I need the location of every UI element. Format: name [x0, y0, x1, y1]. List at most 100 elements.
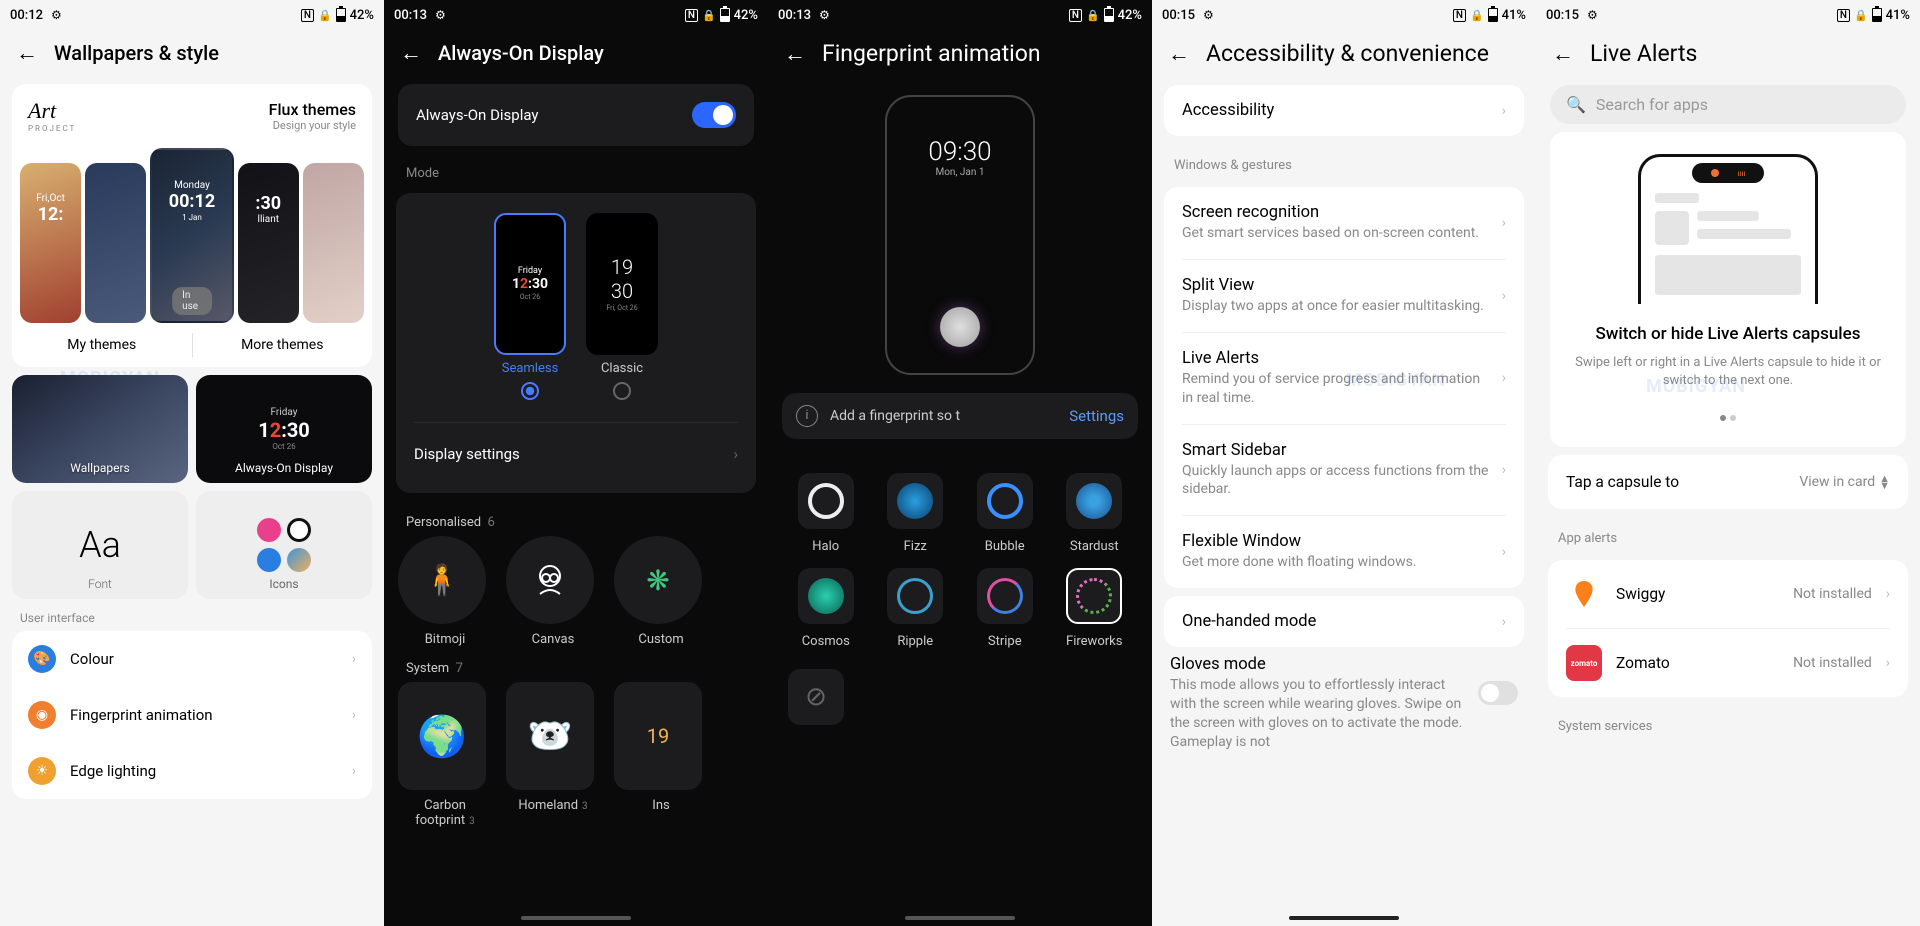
back-button[interactable]: ←	[1552, 41, 1574, 67]
preview-date: Mon, Jan 1	[887, 167, 1033, 178]
my-themes-button[interactable]: My themes	[12, 323, 192, 367]
back-button[interactable]: ←	[784, 41, 806, 67]
gear-icon: ⚙	[819, 8, 830, 22]
chevron-right-icon: ›	[1502, 544, 1506, 560]
fp-fizz[interactable]: Fizz	[878, 473, 954, 554]
back-button[interactable]: ←	[16, 40, 38, 66]
chevron-right-icon: ›	[352, 707, 356, 723]
page-title: Accessibility & convenience	[1206, 40, 1489, 67]
accessibility-item[interactable]: Accessibility ›	[1164, 85, 1524, 136]
battery-icon	[1104, 8, 1114, 22]
aod-date: Oct 26	[272, 442, 295, 451]
home-indicator[interactable]	[1289, 916, 1399, 920]
chevron-right-icon: ›	[1502, 215, 1506, 231]
mode-classic[interactable]: 1930Fri, Oct 26 Classic	[586, 213, 658, 406]
tile-font[interactable]: Aa Font	[12, 491, 188, 599]
edge-lighting-item[interactable]: ☀ Edge lighting ›	[12, 743, 372, 799]
back-button[interactable]: ←	[1168, 41, 1190, 67]
app-status: Not installed	[1793, 586, 1872, 602]
zomato-icon: zomato	[1566, 645, 1602, 681]
battery-icon	[1488, 8, 1498, 22]
hero-card[interactable]: ıııı Switch or hide Live Alerts capsules…	[1550, 132, 1906, 447]
pers-custom[interactable]: ❋Custom	[614, 536, 708, 647]
flexible-window-item[interactable]: Flexible WindowGet more done with floati…	[1164, 516, 1524, 588]
chevron-right-icon: ›	[1886, 655, 1890, 671]
tile-label: Wallpapers	[12, 461, 188, 475]
aod-toggle[interactable]	[692, 102, 736, 128]
theme-thumb[interactable]: :30lliant	[238, 163, 299, 323]
back-button[interactable]: ←	[400, 40, 422, 66]
fp-stardust[interactable]: Stardust	[1057, 473, 1133, 554]
theme-carousel[interactable]: Fri,Oct12: Monday 00:12 1 Jan In use :30…	[12, 143, 372, 323]
status-time: 00:13	[778, 8, 811, 23]
tile-aod[interactable]: Friday 12:30 Oct 26 Always-On Display	[196, 375, 372, 483]
radio-selected[interactable]	[521, 382, 539, 400]
sys-carbon[interactable]: 🌍Carbon footprint3	[398, 682, 492, 828]
system-header: System 7	[384, 647, 768, 682]
flux-sub: Design your style	[269, 119, 356, 132]
fp-stripe[interactable]: Stripe	[967, 568, 1043, 649]
battery-pct: 42%	[734, 8, 758, 23]
fp-halo[interactable]: Halo	[788, 473, 864, 554]
mode-header: Mode	[384, 154, 768, 185]
nfc-icon: N	[1837, 9, 1850, 22]
statusbar: 00:13 ⚙ N 🔒 42%	[768, 0, 1152, 30]
fp-cosmos[interactable]: Cosmos	[788, 568, 864, 649]
battery-icon	[720, 8, 730, 22]
chevron-right-icon: ›	[733, 445, 738, 463]
app-zomato[interactable]: zomato Zomato Not installed ›	[1548, 629, 1908, 697]
status-time: 00:15	[1162, 8, 1195, 23]
fingerprint-anim-item[interactable]: ◉ Fingerprint animation ›	[12, 687, 372, 743]
theme-thumb[interactable]	[85, 163, 146, 323]
fp-style-grid: Halo Fizz Bubble Stardust Cosmos Ripple …	[768, 449, 1152, 659]
live-alerts-item[interactable]: Live AlertsRemind you of service progres…	[1164, 333, 1524, 424]
sys-insight[interactable]: 19Ins	[614, 682, 708, 828]
more-themes-button[interactable]: More themes	[193, 323, 373, 367]
nfc-icon: N	[301, 9, 314, 22]
fp-fireworks[interactable]: Fireworks	[1057, 568, 1133, 649]
section-header: User interface	[0, 599, 384, 629]
pers-bitmoji[interactable]: 🧍Bitmoji	[398, 536, 492, 647]
item-label: Colour	[70, 650, 338, 668]
app-swiggy[interactable]: Swiggy Not installed ›	[1548, 560, 1908, 628]
settings-link[interactable]: Settings	[1069, 407, 1124, 425]
lock-icon: 🔒	[318, 9, 332, 22]
pers-canvas[interactable]: Canvas	[506, 536, 600, 647]
tap-capsule-item[interactable]: Tap a capsule to View in card▲▼	[1548, 455, 1908, 509]
screen-recognition-item[interactable]: Screen recognitionGet smart services bas…	[1164, 187, 1524, 259]
system-row[interactable]: 🌍Carbon footprint3 🐻‍❄️Homeland3 19Ins	[384, 682, 768, 828]
item-label: Display settings	[414, 445, 520, 463]
home-indicator[interactable]	[521, 916, 631, 920]
lock-icon: 🔒	[702, 9, 716, 22]
info-bar: i Add a fingerprint so t Settings	[782, 393, 1138, 439]
thumb-day: Monday	[174, 180, 210, 191]
home-indicator[interactable]	[905, 916, 1015, 920]
radio[interactable]	[613, 382, 631, 400]
fp-bubble[interactable]: Bubble	[967, 473, 1043, 554]
search-icon: 🔍	[1566, 95, 1586, 114]
mode-seamless[interactable]: Friday12:30Oct 26 Seamless	[494, 213, 566, 406]
theme-thumb-current[interactable]: Monday 00:12 1 Jan In use	[150, 148, 233, 323]
chevron-right-icon: ›	[1502, 288, 1506, 304]
personalised-row[interactable]: 🧍Bitmoji Canvas ❋Custom	[384, 536, 768, 647]
fp-none[interactable]: ⊘	[788, 669, 844, 725]
sys-homeland[interactable]: 🐻‍❄️Homeland3	[506, 682, 600, 828]
split-view-item[interactable]: Split ViewDisplay two apps at once for e…	[1164, 260, 1524, 332]
gear-icon: ⚙	[51, 8, 62, 22]
personalised-header: Personalised 6	[384, 501, 768, 536]
page-dots[interactable]	[1566, 406, 1890, 425]
search-input[interactable]: 🔍 Search for apps	[1550, 85, 1906, 124]
one-handed-item[interactable]: One-handed mode ›	[1164, 596, 1524, 647]
fp-ripple[interactable]: Ripple	[878, 568, 954, 649]
theme-thumb[interactable]	[303, 163, 364, 323]
page-title: Wallpapers & style	[54, 41, 219, 65]
gloves-toggle[interactable]	[1478, 681, 1518, 705]
smart-sidebar-item[interactable]: Smart SidebarQuickly launch apps or acce…	[1164, 425, 1524, 516]
theme-thumb[interactable]: Fri,Oct12:	[20, 163, 81, 323]
colour-item[interactable]: 🎨 Colour ›	[12, 631, 372, 687]
page-title: Live Alerts	[1590, 40, 1697, 67]
statusbar: 00:13 ⚙ N 🔒 42%	[384, 0, 768, 30]
display-settings-item[interactable]: Display settings ›	[396, 429, 756, 479]
tile-wallpapers[interactable]: Wallpapers	[12, 375, 188, 483]
tile-icons[interactable]: Icons	[196, 491, 372, 599]
